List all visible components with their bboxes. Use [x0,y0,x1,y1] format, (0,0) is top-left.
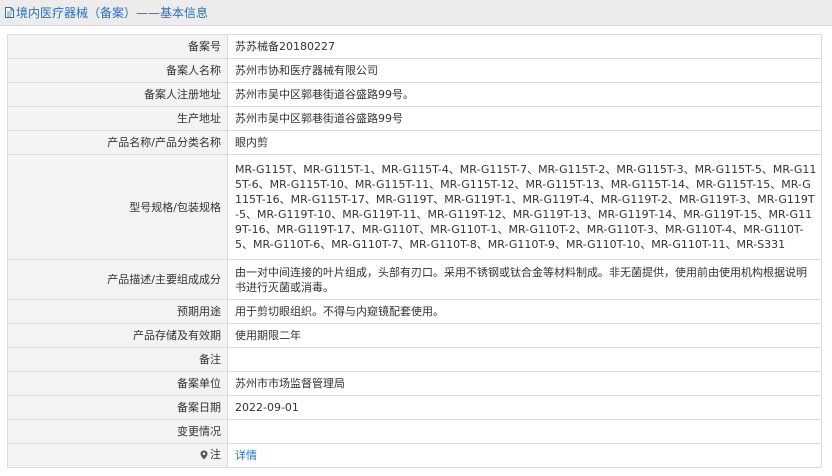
row-label-production-address: 生产地址 [7,106,228,131]
note-label-text: 注 [210,448,221,462]
table-row: 备案号 苏苏械备20180227 [7,34,822,59]
table-row: 备案人注册地址 苏州市吴中区郭巷街道谷盛路99号。 [7,82,822,107]
row-label-intended-use: 预期用途 [7,299,228,324]
map-pin-icon [200,450,208,460]
table-row: 备案单位 苏州市市场监督管理局 [7,371,822,396]
row-value-remarks [227,347,822,372]
document-icon [5,7,14,18]
row-value-product-name: 眼内剪 [227,130,822,155]
row-label-filing-date: 备案日期 [7,395,228,420]
row-value-production-address: 苏州市吴中区郭巷街道谷盛路99号 [227,106,822,131]
row-value-intended-use: 用于剪切眼组织。不得与内窥镜配套使用。 [227,299,822,324]
table-row: 生产地址 苏州市吴中区郭巷街道谷盛路99号 [7,106,822,131]
row-value-storage-validity: 使用期限二年 [227,323,822,348]
row-value-model-spec: MR-G115T、MR-G115T-1、MR-G115T-4、MR-G115T-… [227,154,822,260]
table-row: 预期用途 用于剪切眼组织。不得与内窥镜配套使用。 [7,299,822,324]
row-label-model-spec: 型号规格/包装规格 [7,154,228,260]
table-row: 产品名称/产品分类名称 眼内剪 [7,130,822,155]
table-row: 备案日期 2022-09-01 [7,395,822,420]
table-row: 型号规格/包装规格 MR-G115T、MR-G115T-1、MR-G115T-4… [7,154,822,260]
row-value-filing-number: 苏苏械备20180227 [227,34,822,59]
note-label-wrap: 注 [200,447,221,462]
info-table: 备案号 苏苏械备20180227 备案人名称 苏州市协和医疗器械有限公司 备案人… [7,34,822,468]
row-value-filer-name: 苏州市协和医疗器械有限公司 [227,58,822,83]
page-title: 境内医疗器械（备案）——基本信息 [16,6,209,20]
details-link[interactable]: 详情 [235,449,257,462]
row-value-note: 详情 [227,443,822,468]
row-label-product-description: 产品描述/主要组成成分 [7,259,228,300]
row-value-filing-unit: 苏州市市场监督管理局 [227,371,822,396]
page-header: 境内医疗器械（备案）——基本信息 [0,0,832,26]
row-label-note: 注 [7,443,228,468]
table-row: 注 详情 [7,443,822,468]
row-label-product-name: 产品名称/产品分类名称 [7,130,228,155]
row-label-filer-name: 备案人名称 [7,58,228,83]
table-row: 产品描述/主要组成成分 由一对中间连接的叶片组成，头部有刃口。采用不锈钢或钛合金… [7,259,822,300]
row-label-storage-validity: 产品存储及有效期 [7,323,228,348]
row-value-filing-date: 2022-09-01 [227,395,822,420]
row-label-filing-unit: 备案单位 [7,371,228,396]
row-label-filing-number: 备案号 [7,34,228,59]
row-value-change-status [227,419,822,444]
row-value-product-description: 由一对中间连接的叶片组成，头部有刃口。采用不锈钢或钛合金等材料制成。非无菌提供，… [227,259,822,300]
table-row: 变更情况 [7,419,822,444]
table-row: 备注 [7,347,822,372]
row-label-registered-address: 备案人注册地址 [7,82,228,107]
table-row: 产品存储及有效期 使用期限二年 [7,323,822,348]
row-label-remarks: 备注 [7,347,228,372]
row-label-change-status: 变更情况 [7,419,228,444]
row-value-registered-address: 苏州市吴中区郭巷街道谷盛路99号。 [227,82,822,107]
table-row: 备案人名称 苏州市协和医疗器械有限公司 [7,58,822,83]
